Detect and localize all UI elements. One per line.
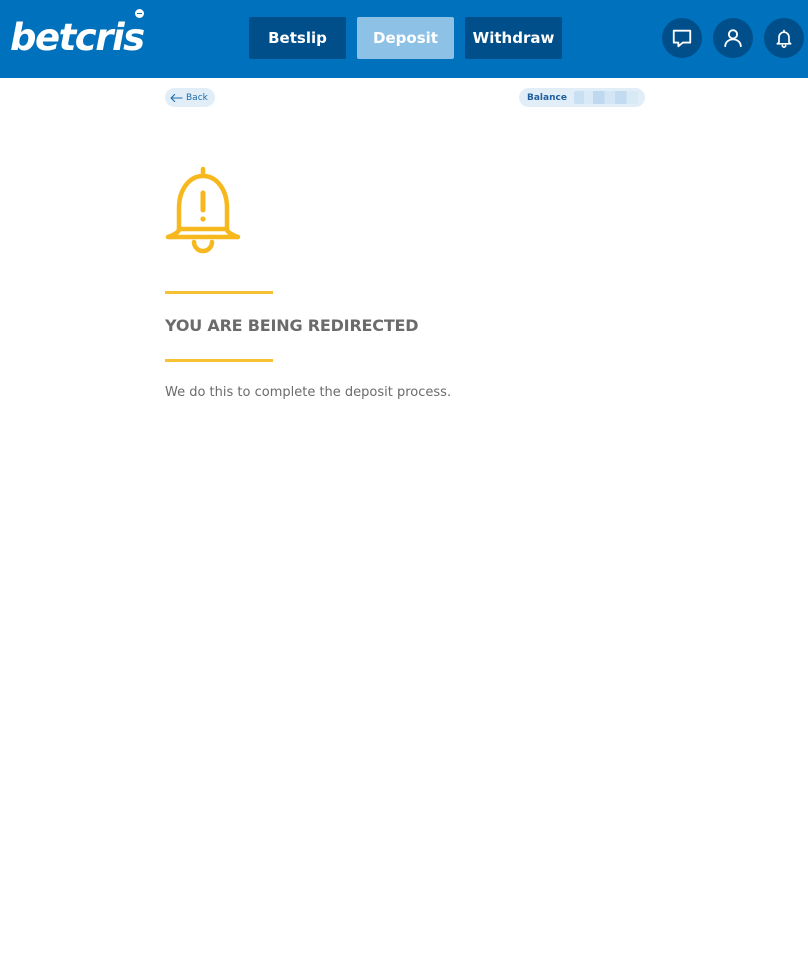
accent-divider-bottom: [165, 359, 273, 362]
withdraw-button[interactable]: Withdraw: [465, 17, 562, 59]
back-button[interactable]: Back: [165, 88, 215, 107]
account-button[interactable]: [713, 18, 753, 58]
betslip-button[interactable]: Betslip: [249, 17, 346, 59]
account-icon: [724, 29, 742, 48]
accent-divider-top: [165, 291, 273, 294]
betcris-logo[interactable]: betcris: [10, 14, 145, 62]
bell-icon: [776, 29, 792, 48]
logo-ball-icon: [135, 9, 144, 18]
deposit-button[interactable]: Deposit: [357, 17, 454, 59]
redirect-message: We do this to complete the deposit proce…: [165, 385, 452, 400]
balance-value-obscured: [574, 91, 638, 104]
redirect-title: YOU ARE BEING REDIRECTED: [165, 316, 419, 335]
balance-badge: Balance: [519, 88, 645, 107]
warning-bell-icon: [165, 166, 241, 254]
balance-label: Balance: [527, 92, 567, 103]
arrow-left-icon: [170, 93, 183, 102]
back-label: Back: [186, 92, 208, 103]
chat-icon: [672, 29, 692, 48]
notifications-button[interactable]: [764, 18, 804, 58]
top-header: betcris Betslip Deposit Withdraw: [0, 0, 808, 78]
chat-button[interactable]: [662, 18, 702, 58]
